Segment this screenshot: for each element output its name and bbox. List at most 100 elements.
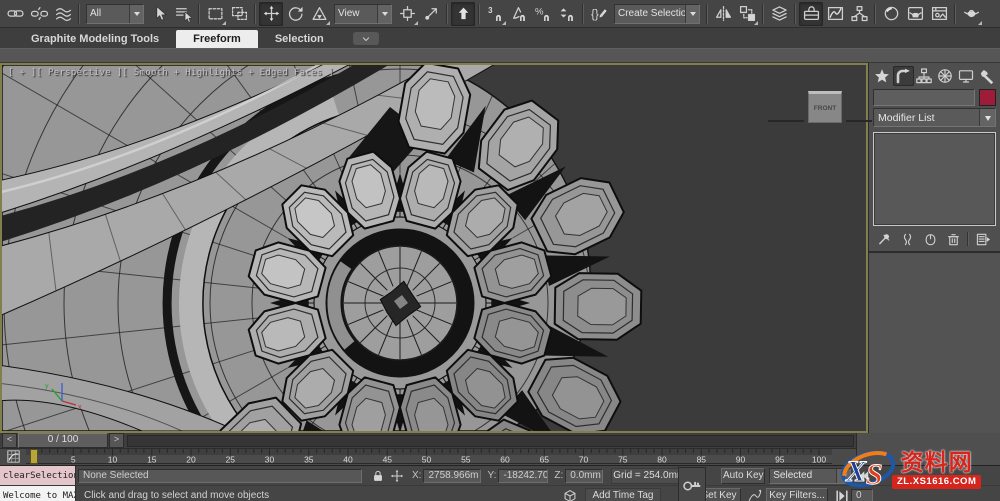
viewport-canvas: xy xyxy=(2,65,866,431)
svg-text:60: 60 xyxy=(500,455,510,465)
isolate-selection-icon[interactable] xyxy=(560,487,579,501)
window-crossing-toggle[interactable] xyxy=(227,2,251,26)
panel-tab-motion[interactable] xyxy=(934,66,955,86)
select-and-manipulate[interactable] xyxy=(419,2,443,26)
svg-text:65: 65 xyxy=(540,455,550,465)
select-and-uniform-scale[interactable] xyxy=(307,2,331,26)
svg-text:70: 70 xyxy=(579,455,589,465)
select-and-move[interactable] xyxy=(259,2,283,26)
show-end-result-button[interactable] xyxy=(897,230,917,248)
mirror[interactable] xyxy=(711,2,735,26)
toolbar-separator xyxy=(706,4,708,24)
object-color-swatch[interactable] xyxy=(979,89,996,106)
configure-modifier-sets-button[interactable] xyxy=(973,230,993,248)
maxscript-listener-line1[interactable]: clearSelection xyxy=(0,466,76,485)
toolbar-separator xyxy=(78,4,80,24)
selection-status-field: None Selected xyxy=(78,469,362,483)
set-keys-button[interactable] xyxy=(678,467,706,501)
select-and-rotate[interactable] xyxy=(283,2,307,26)
toolbar-separator xyxy=(478,4,480,24)
panel-tab-create[interactable] xyxy=(872,66,893,86)
time-slider-track[interactable] xyxy=(127,435,854,447)
viewport-label[interactable]: [ + ][ Perspective ][ Smooth + Highlight… xyxy=(8,68,334,78)
selection-filter-dropdown[interactable]: All xyxy=(86,4,144,24)
ribbon-tab-selection[interactable]: Selection xyxy=(258,30,341,48)
time-slider-grip[interactable]: 0 / 100 xyxy=(18,433,108,448)
ribbon-tab-freeform[interactable]: Freeform xyxy=(176,30,258,48)
command-panel-tabs xyxy=(869,63,1000,87)
viewcube-compass-line xyxy=(846,120,872,122)
set-key-mode-curve-icon[interactable] xyxy=(745,487,764,501)
render-production[interactable] xyxy=(959,2,983,26)
bind-to-space-warp[interactable] xyxy=(51,2,75,26)
spinner-snap-toggle[interactable] xyxy=(555,2,579,26)
svg-text:S: S xyxy=(866,458,883,491)
rendered-frame-window[interactable] xyxy=(927,2,951,26)
manage-layers[interactable] xyxy=(767,2,791,26)
z-coordinate-field[interactable]: 0.0mm xyxy=(565,469,603,483)
material-editor[interactable] xyxy=(879,2,903,26)
schematic-view[interactable] xyxy=(847,2,871,26)
selection-lock-icon[interactable] xyxy=(368,467,387,484)
percent-snap-toggle[interactable]: % xyxy=(531,2,555,26)
curve-editor[interactable] xyxy=(823,2,847,26)
maxscript-listener-line2[interactable]: Welcome to MAX! xyxy=(0,486,76,501)
remove-modifier-button[interactable] xyxy=(943,230,963,248)
snaps-toggle-3d[interactable]: 3 xyxy=(483,2,507,26)
angle-snap-toggle[interactable] xyxy=(507,2,531,26)
ribbon-minimize-button[interactable] xyxy=(353,32,379,45)
ribbon-tab-graphite-modeling-tools[interactable]: Graphite Modeling Tools xyxy=(14,30,176,48)
rollout-area xyxy=(869,251,1000,433)
panel-tab-display[interactable] xyxy=(955,66,976,86)
modifier-stack[interactable] xyxy=(873,132,996,226)
panel-tab-hierarchy[interactable] xyxy=(914,66,935,86)
chevron-down-icon xyxy=(979,109,995,126)
add-time-tag-button[interactable]: Add Time Tag xyxy=(585,488,661,501)
time-slider: < 0 / 100 > xyxy=(0,433,856,449)
absolute-offset-transform-icon[interactable] xyxy=(387,467,406,484)
panel-tab-modify[interactable] xyxy=(893,66,914,86)
align[interactable] xyxy=(735,2,759,26)
pin-stack-button[interactable] xyxy=(874,230,894,248)
y-coordinate-field[interactable]: -18242.70 xyxy=(498,469,548,483)
graphite-ribbon-toggle[interactable] xyxy=(799,2,823,26)
modifier-list-dropdown[interactable]: Modifier List xyxy=(873,108,996,127)
render-setup[interactable] xyxy=(903,2,927,26)
panel-tab-utilities[interactable] xyxy=(976,66,997,86)
perspective-viewport[interactable]: xy [ + ][ Perspective ][ Smooth + Highli… xyxy=(0,63,868,433)
svg-text:50: 50 xyxy=(422,455,432,465)
chevron-down-icon xyxy=(377,5,391,23)
watermark-url: ZL.XS1616.COM xyxy=(892,475,981,489)
select-and-link[interactable] xyxy=(3,2,27,26)
use-pivot-point-center[interactable] xyxy=(395,2,419,26)
unlink-selection[interactable] xyxy=(27,2,51,26)
toolbar-separator xyxy=(446,4,448,24)
rectangular-selection-region[interactable] xyxy=(203,2,227,26)
edit-named-selection-sets[interactable]: {} xyxy=(587,2,611,26)
track-bar-ruler[interactable]: 0510152025303540455055606570758085909510… xyxy=(26,449,832,464)
open-mini-curve-editor-button[interactable] xyxy=(0,449,26,464)
x-coordinate-field[interactable]: 2758.966m xyxy=(423,469,481,483)
svg-text:X: X xyxy=(845,455,867,488)
ribbon-strip xyxy=(0,49,1000,63)
select-by-name[interactable] xyxy=(171,2,195,26)
watermark-site-name: 资料网 xyxy=(901,450,973,474)
keyboard-shortcut-override-toggle[interactable] xyxy=(451,2,475,26)
svg-text:80: 80 xyxy=(657,455,667,465)
svg-text:15: 15 xyxy=(147,455,157,465)
make-unique-button[interactable] xyxy=(920,230,940,248)
toolbar-separator xyxy=(198,4,200,24)
named-selection-sets-dropdown[interactable]: Create Selection Se xyxy=(614,4,700,24)
key-filters-button[interactable]: Key Filters... xyxy=(766,488,828,501)
select-object[interactable] xyxy=(147,2,171,26)
time-slider-prev-button[interactable]: < xyxy=(2,433,17,448)
time-slider-next-button[interactable]: > xyxy=(109,433,124,448)
auto-key-button[interactable]: Auto Key xyxy=(721,468,765,484)
svg-text:30: 30 xyxy=(265,455,275,465)
x-coordinate-label: X: xyxy=(412,470,421,481)
viewcube[interactable]: FRONT xyxy=(808,91,842,123)
watermark-logo: X S xyxy=(838,441,898,497)
reference-coordinate-dropdown[interactable]: View xyxy=(334,4,392,24)
object-name-field[interactable] xyxy=(873,89,975,106)
svg-text:3: 3 xyxy=(488,6,493,15)
